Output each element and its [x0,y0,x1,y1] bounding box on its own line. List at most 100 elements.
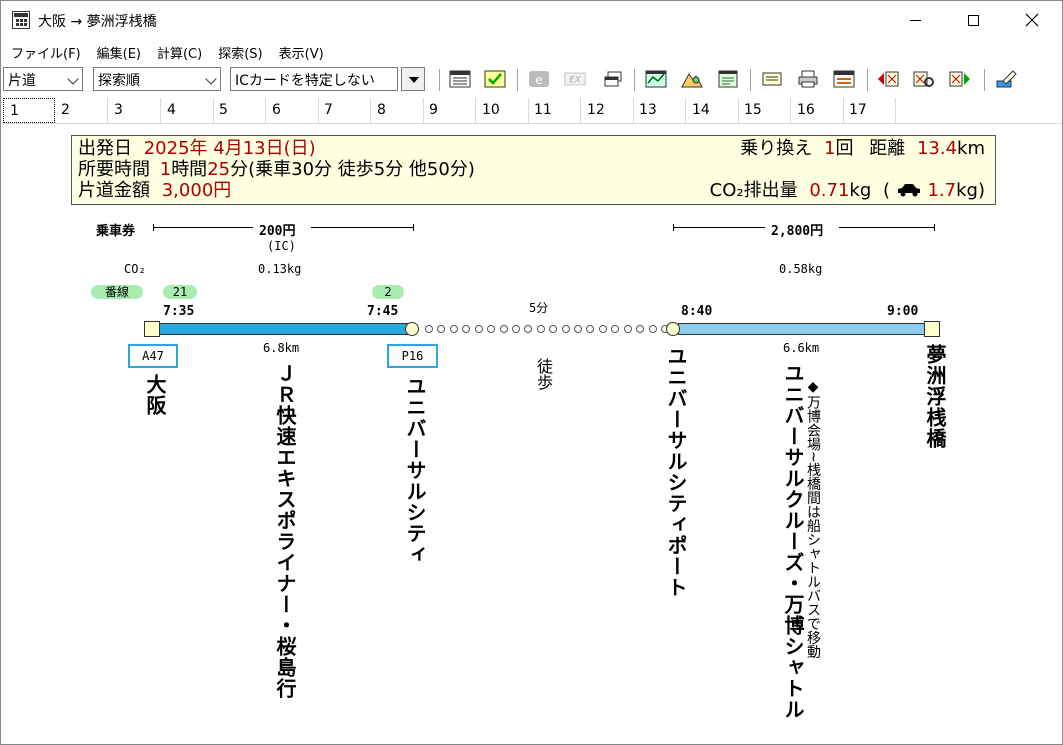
station-node-universal-city[interactable] [405,322,419,336]
menu-edit[interactable]: 編集(E) [89,41,149,63]
tab-route-3[interactable]: 3 [108,98,161,123]
station-name-yumeshima[interactable]: 夢洲浮桟橋 [921,344,950,449]
menu-bar: ファイル(F) 編集(E) 計算(C) 探索(S) 表示(V) [1,41,1062,63]
maximize-button[interactable] [950,1,996,39]
tab-route-16[interactable]: 16 [791,98,844,123]
menu-file[interactable]: ファイル(F) [1,41,89,63]
minimize-button[interactable] [892,1,938,39]
sort-select[interactable]: 探索順 [93,67,221,91]
menu-search[interactable]: 探索(S) [210,41,270,63]
toolbar-separator [984,69,985,91]
calendar-check-icon[interactable] [484,69,506,89]
fare-tick [934,224,935,231]
toolbar-separator [439,69,440,91]
line-name-jr[interactable]: ＪＲ快速エキスポライナー・桜島行 [271,363,300,699]
search-route-icon[interactable] [913,69,935,89]
tab-route-1[interactable]: 1 [3,98,55,123]
station-node-yumeshima[interactable] [924,321,940,337]
segment-3-distance: 6.6km [783,341,820,355]
express-icon[interactable]: EX [564,69,586,89]
route-tabs: 1 2 3 4 5 6 7 8 9 10 11 12 13 14 15 16 1… [1,98,1062,124]
duration-label: 所要時間 [78,159,150,180]
station-name-universal-city-port[interactable]: ユニバーサルシティポート [662,346,691,598]
fare-table-icon[interactable] [833,69,855,89]
distance-label: 距離 [869,138,906,159]
toolbar-separator [634,69,635,91]
arrival-track: 2 [372,285,404,299]
segment-3-line-bar[interactable] [678,323,926,335]
previous-route-icon[interactable] [877,69,899,89]
walk-dot [574,325,583,333]
duration-minutes: 25 [207,159,231,180]
tab-route-13[interactable]: 13 [633,98,686,123]
document-map-icon[interactable] [717,69,739,89]
segment-1-distance: 6.8km [263,341,300,355]
walk-dot [499,325,508,333]
tab-route-9[interactable]: 9 [423,98,476,123]
station-node-osaka[interactable] [144,321,160,337]
walk-dot [462,325,471,333]
route-diagram: 乗車券 CO₂ 番線 200円 (IC) 0.13kg 2,800円 0.58k… [1,211,1062,741]
edit-pen-icon[interactable] [995,69,1017,89]
menu-calc[interactable]: 計算(C) [149,41,210,63]
walk-dot [549,325,558,333]
tab-route-5[interactable]: 5 [213,98,266,123]
co2-value: 0.71 [809,180,850,201]
title-bar: 大阪 → 夢洲浮桟橋 [1,1,1062,39]
timetable-icon[interactable] [449,69,471,89]
departure-row: 出発日 2025年 4月13日(日) [78,139,316,159]
close-button[interactable] [1009,1,1055,39]
walk-dot [611,325,620,333]
tab-route-4[interactable]: 4 [161,98,214,123]
tab-route-14[interactable]: 14 [686,98,739,123]
segment-3-dep-time: 8:40 [681,304,713,319]
transfer-label: 乗り換え [740,138,813,159]
fare-line [673,227,765,228]
station-node-universal-city-port[interactable] [666,322,680,336]
station-name-osaka[interactable]: 大阪 [141,374,170,416]
tab-route-17[interactable]: 17 [843,98,896,123]
ic-card-select[interactable]: ICカードを特定しない [230,67,398,91]
ticket-label: 乗車券 [96,224,136,239]
tab-route-6[interactable]: 6 [266,98,319,123]
tab-route-7[interactable]: 7 [318,98,371,123]
direction-select[interactable]: 片道 [3,67,83,91]
transfer-distance-row: 乗り換え 1回 距離 13.4km [740,139,985,159]
toolbar: 片道 探索順 ICカードを特定しない e EX [1,65,1062,95]
route-map-icon[interactable] [645,69,667,89]
window-copy-icon[interactable] [602,69,624,89]
walk-dot [449,325,458,333]
arrival-platform: P16 [387,344,438,368]
menu-view[interactable]: 表示(V) [271,41,332,63]
browser-icon[interactable]: e [528,69,550,89]
sort-select-value: 探索順 [98,73,140,89]
memo-icon[interactable] [761,69,783,89]
window-title: 大阪 → 夢洲浮桟橋 [38,14,157,30]
mountain-icon[interactable] [681,69,703,89]
departure-platform: A47 [128,344,178,368]
walk-dot [536,325,545,333]
tab-route-15[interactable]: 15 [738,98,791,123]
fare-line [839,227,935,228]
co2-label: CO₂排出量 [709,180,798,201]
fare-line [153,227,253,228]
station-name-universal-city[interactable]: ユニバーサルシティ [401,376,430,565]
tab-route-8[interactable]: 8 [371,98,424,123]
co2-car-open: ( [882,180,891,201]
close-icon [1025,13,1039,27]
segment-1-line-bar[interactable] [159,323,413,335]
tab-route-11[interactable]: 11 [528,98,581,123]
ic-card-dropdown-button[interactable] [401,67,425,91]
print-icon[interactable] [797,69,819,89]
toolbar-separator [750,69,751,91]
co2-car-value: 1.7 [927,180,957,201]
co2-unit: kg [849,180,872,201]
segment-1-co2: 0.13kg [258,262,302,276]
tab-route-2[interactable]: 2 [55,98,108,123]
line-note: ◆万博会場~桟橋間は船シャトルバスで移動 [805,379,821,659]
tab-route-10[interactable]: 10 [476,98,529,123]
next-route-icon[interactable] [949,69,971,89]
walk-label: 徒歩 [534,358,553,390]
segment-3-arr-time: 9:00 [887,304,919,319]
tab-route-12[interactable]: 12 [581,98,634,123]
